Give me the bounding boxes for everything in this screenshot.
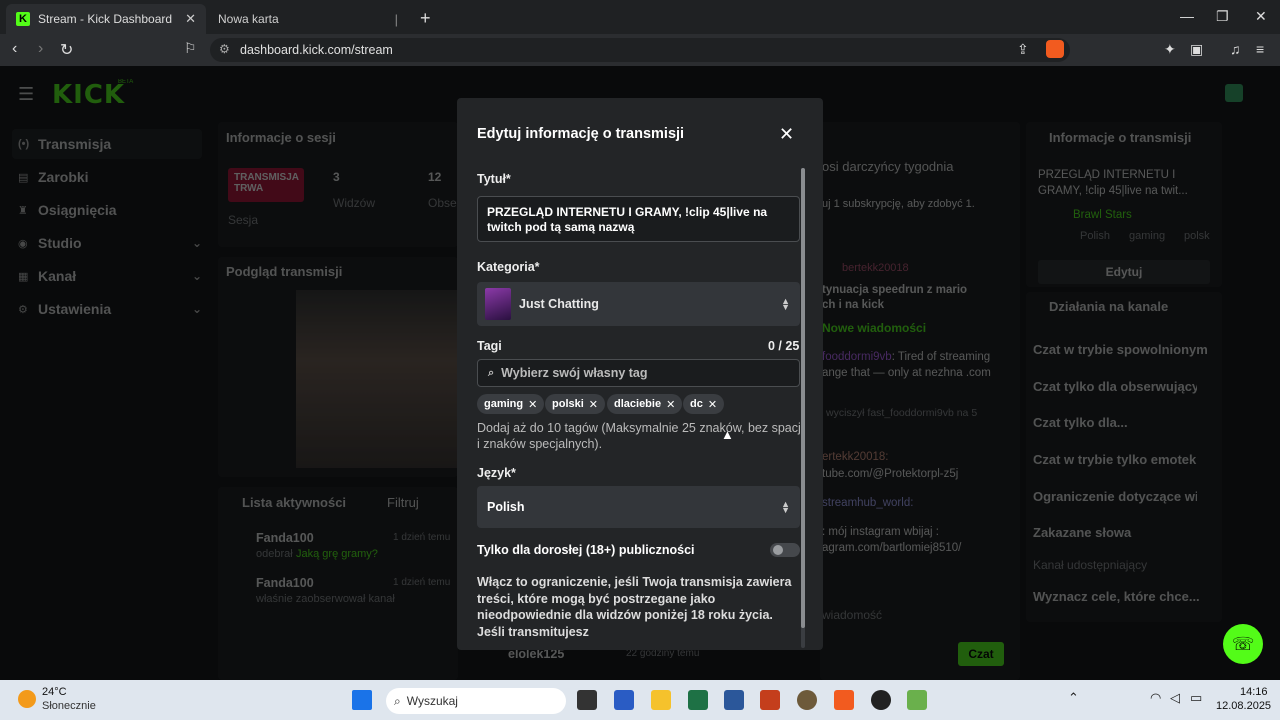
modal-title: Edytuj informację o transmisji: [477, 126, 685, 142]
tag-chip: gaming ✕: [477, 394, 545, 414]
tab-separator: |: [394, 11, 398, 27]
remove-tag-icon[interactable]: ✕: [589, 398, 598, 411]
search-icon: ⌕: [394, 693, 401, 708]
select-arrows-icon: ▲ ▼: [781, 499, 790, 515]
tab-kick-dashboard[interactable]: K Stream - Kick Dashboard ✕: [6, 4, 206, 34]
clock-date[interactable]: 12.08.2025: [1216, 700, 1271, 712]
close-icon[interactable]: ✕: [779, 124, 794, 145]
select-arrows-icon: ▲ ▼: [781, 296, 790, 312]
volume-icon[interactable]: ◁: [1170, 690, 1180, 706]
search-icon: ⌕: [488, 366, 495, 379]
language-label: Język*: [477, 466, 516, 480]
tag-chip: dlaciebie ✕: [607, 394, 683, 414]
url-bar[interactable]: ⚙ dashboard.kick.com/stream: [210, 38, 1070, 62]
tab-title: Stream - Kick Dashboard: [38, 12, 173, 26]
tag-label: dlaciebie: [614, 398, 662, 410]
modal-scrollbar-thumb[interactable]: [801, 168, 805, 628]
back-icon[interactable]: ‹: [12, 40, 17, 58]
sidebar-toggle-icon[interactable]: ▣: [1190, 41, 1203, 58]
sun-icon: [18, 690, 36, 708]
forward-icon[interactable]: ›: [38, 40, 43, 58]
tag-chip: polski ✕: [545, 394, 606, 414]
tab-title: Nowa karta: [218, 12, 279, 26]
extensions-icon[interactable]: ✦: [1164, 41, 1176, 58]
word-icon[interactable]: [724, 690, 744, 710]
menu-icon[interactable]: ≡: [1256, 41, 1264, 57]
tags-label: Tagi: [477, 339, 502, 353]
tab-new[interactable]: Nowa karta |: [208, 4, 408, 34]
windows-taskbar: [0, 680, 1280, 720]
tag-label: polski: [552, 398, 584, 410]
remove-tag-icon[interactable]: ✕: [666, 398, 675, 411]
brave-browser-icon[interactable]: [834, 690, 854, 710]
adult-content-label: Tylko dla dorosłej (18+) publiczności: [477, 543, 695, 557]
store-icon[interactable]: [614, 690, 634, 710]
windows-start-icon[interactable]: [352, 690, 372, 710]
tray-chevron-icon[interactable]: ⌃: [1068, 690, 1079, 706]
adult-content-description: Włącz to ograniczenie, jeśli Twoja trans…: [477, 575, 792, 639]
file-explorer-icon[interactable]: [651, 690, 671, 710]
weather-desc[interactable]: Słonecznie: [42, 700, 96, 712]
tag-search-input[interactable]: ⌕ Wybierz swój własny tag: [477, 359, 800, 387]
mouse-cursor-icon: ▲: [721, 427, 734, 442]
powerpoint-icon[interactable]: [760, 690, 780, 710]
tag-chip: dc ✕: [683, 394, 725, 414]
tag-placeholder: Wybierz swój własny tag: [501, 366, 648, 380]
kick-favicon-icon: K: [16, 12, 30, 26]
app-icon[interactable]: [907, 690, 927, 710]
stream-title-input[interactable]: PRZEGLĄD INTERNETU I GRAMY, !clip 45|liv…: [477, 196, 800, 242]
excel-icon[interactable]: [688, 690, 708, 710]
battery-icon[interactable]: ▭: [1190, 690, 1202, 706]
new-tab-icon[interactable]: +: [420, 8, 431, 29]
site-info-icon[interactable]: ⚙: [219, 42, 230, 56]
app-icon[interactable]: [797, 690, 817, 710]
clock-time[interactable]: 14:16: [1240, 686, 1268, 698]
help-chat-icon[interactable]: ☏: [1223, 624, 1263, 664]
edit-stream-modal: Edytuj informację o transmisji ✕ Tytuł* …: [457, 98, 823, 650]
tag-label: dc: [690, 398, 703, 410]
taskbar-search[interactable]: ⌕ Wyszukaj: [386, 688, 566, 714]
close-tab-icon[interactable]: ✕: [185, 11, 196, 27]
reload-icon[interactable]: ↻: [60, 40, 73, 60]
tag-label: gaming: [484, 398, 524, 410]
close-window-icon[interactable]: ✕: [1255, 8, 1267, 25]
category-label: Kategoria*: [477, 260, 540, 274]
remove-tag-icon[interactable]: ✕: [528, 398, 537, 411]
maximize-icon[interactable]: ❐: [1216, 8, 1229, 25]
category-select[interactable]: Just Chatting ▲ ▼: [477, 282, 800, 326]
tags-count: 0 / 25: [768, 339, 800, 353]
media-icon[interactable]: ♫: [1230, 41, 1241, 57]
wifi-icon[interactable]: ◠: [1150, 690, 1161, 706]
remove-tag-icon[interactable]: ✕: [708, 398, 717, 411]
tags-help-text: Dodaj aż do 10 tagów (Maksymalnie 25 zna…: [477, 421, 804, 451]
app-icon[interactable]: [871, 690, 891, 710]
title-label: Tytuł*: [477, 172, 511, 186]
minimize-icon[interactable]: —: [1180, 8, 1194, 24]
weather-temp[interactable]: 24°C: [42, 686, 67, 698]
share-icon[interactable]: ⇪: [1017, 41, 1029, 58]
brave-shield-icon[interactable]: [1046, 40, 1064, 58]
category-value: Just Chatting: [519, 297, 599, 311]
category-thumbnail: [485, 288, 511, 320]
language-value: Polish: [487, 500, 525, 514]
search-placeholder: Wyszukaj: [406, 694, 458, 708]
adult-content-toggle[interactable]: [770, 543, 800, 557]
task-view-icon[interactable]: [577, 690, 597, 710]
language-select[interactable]: Polish ▲ ▼: [477, 486, 800, 528]
url-text: dashboard.kick.com/stream: [240, 43, 393, 57]
bookmark-icon[interactable]: ⚐: [184, 40, 197, 57]
